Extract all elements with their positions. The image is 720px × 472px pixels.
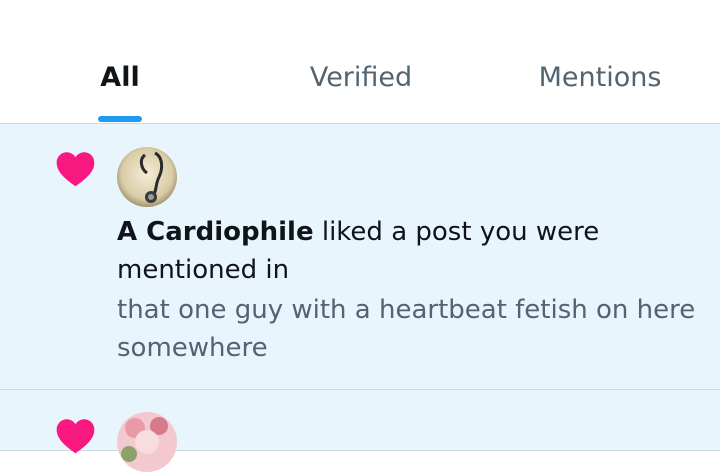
heart-icon — [56, 152, 95, 187]
heart-icon — [56, 419, 95, 454]
tab-mentions[interactable]: Mentions — [539, 62, 662, 93]
active-tab-indicator — [98, 116, 142, 122]
avatar[interactable] — [117, 412, 177, 472]
notification-item[interactable] — [0, 390, 720, 472]
actor-name[interactable]: A Cardiophile — [117, 217, 314, 247]
floral-avatar-image — [117, 412, 177, 472]
tab-verified[interactable]: Verified — [310, 62, 412, 93]
notification-text: A Cardiophile liked a post you were ment… — [117, 213, 677, 289]
avatar[interactable] — [117, 147, 177, 207]
notifications-tabs: All Verified Mentions — [0, 0, 720, 124]
tab-all[interactable]: All — [100, 62, 139, 93]
stethoscope-avatar-image — [117, 147, 177, 207]
post-snippet[interactable]: that one guy with a heartbeat fetish on … — [117, 291, 697, 367]
notification-item[interactable]: A Cardiophile liked a post you were ment… — [0, 124, 720, 390]
